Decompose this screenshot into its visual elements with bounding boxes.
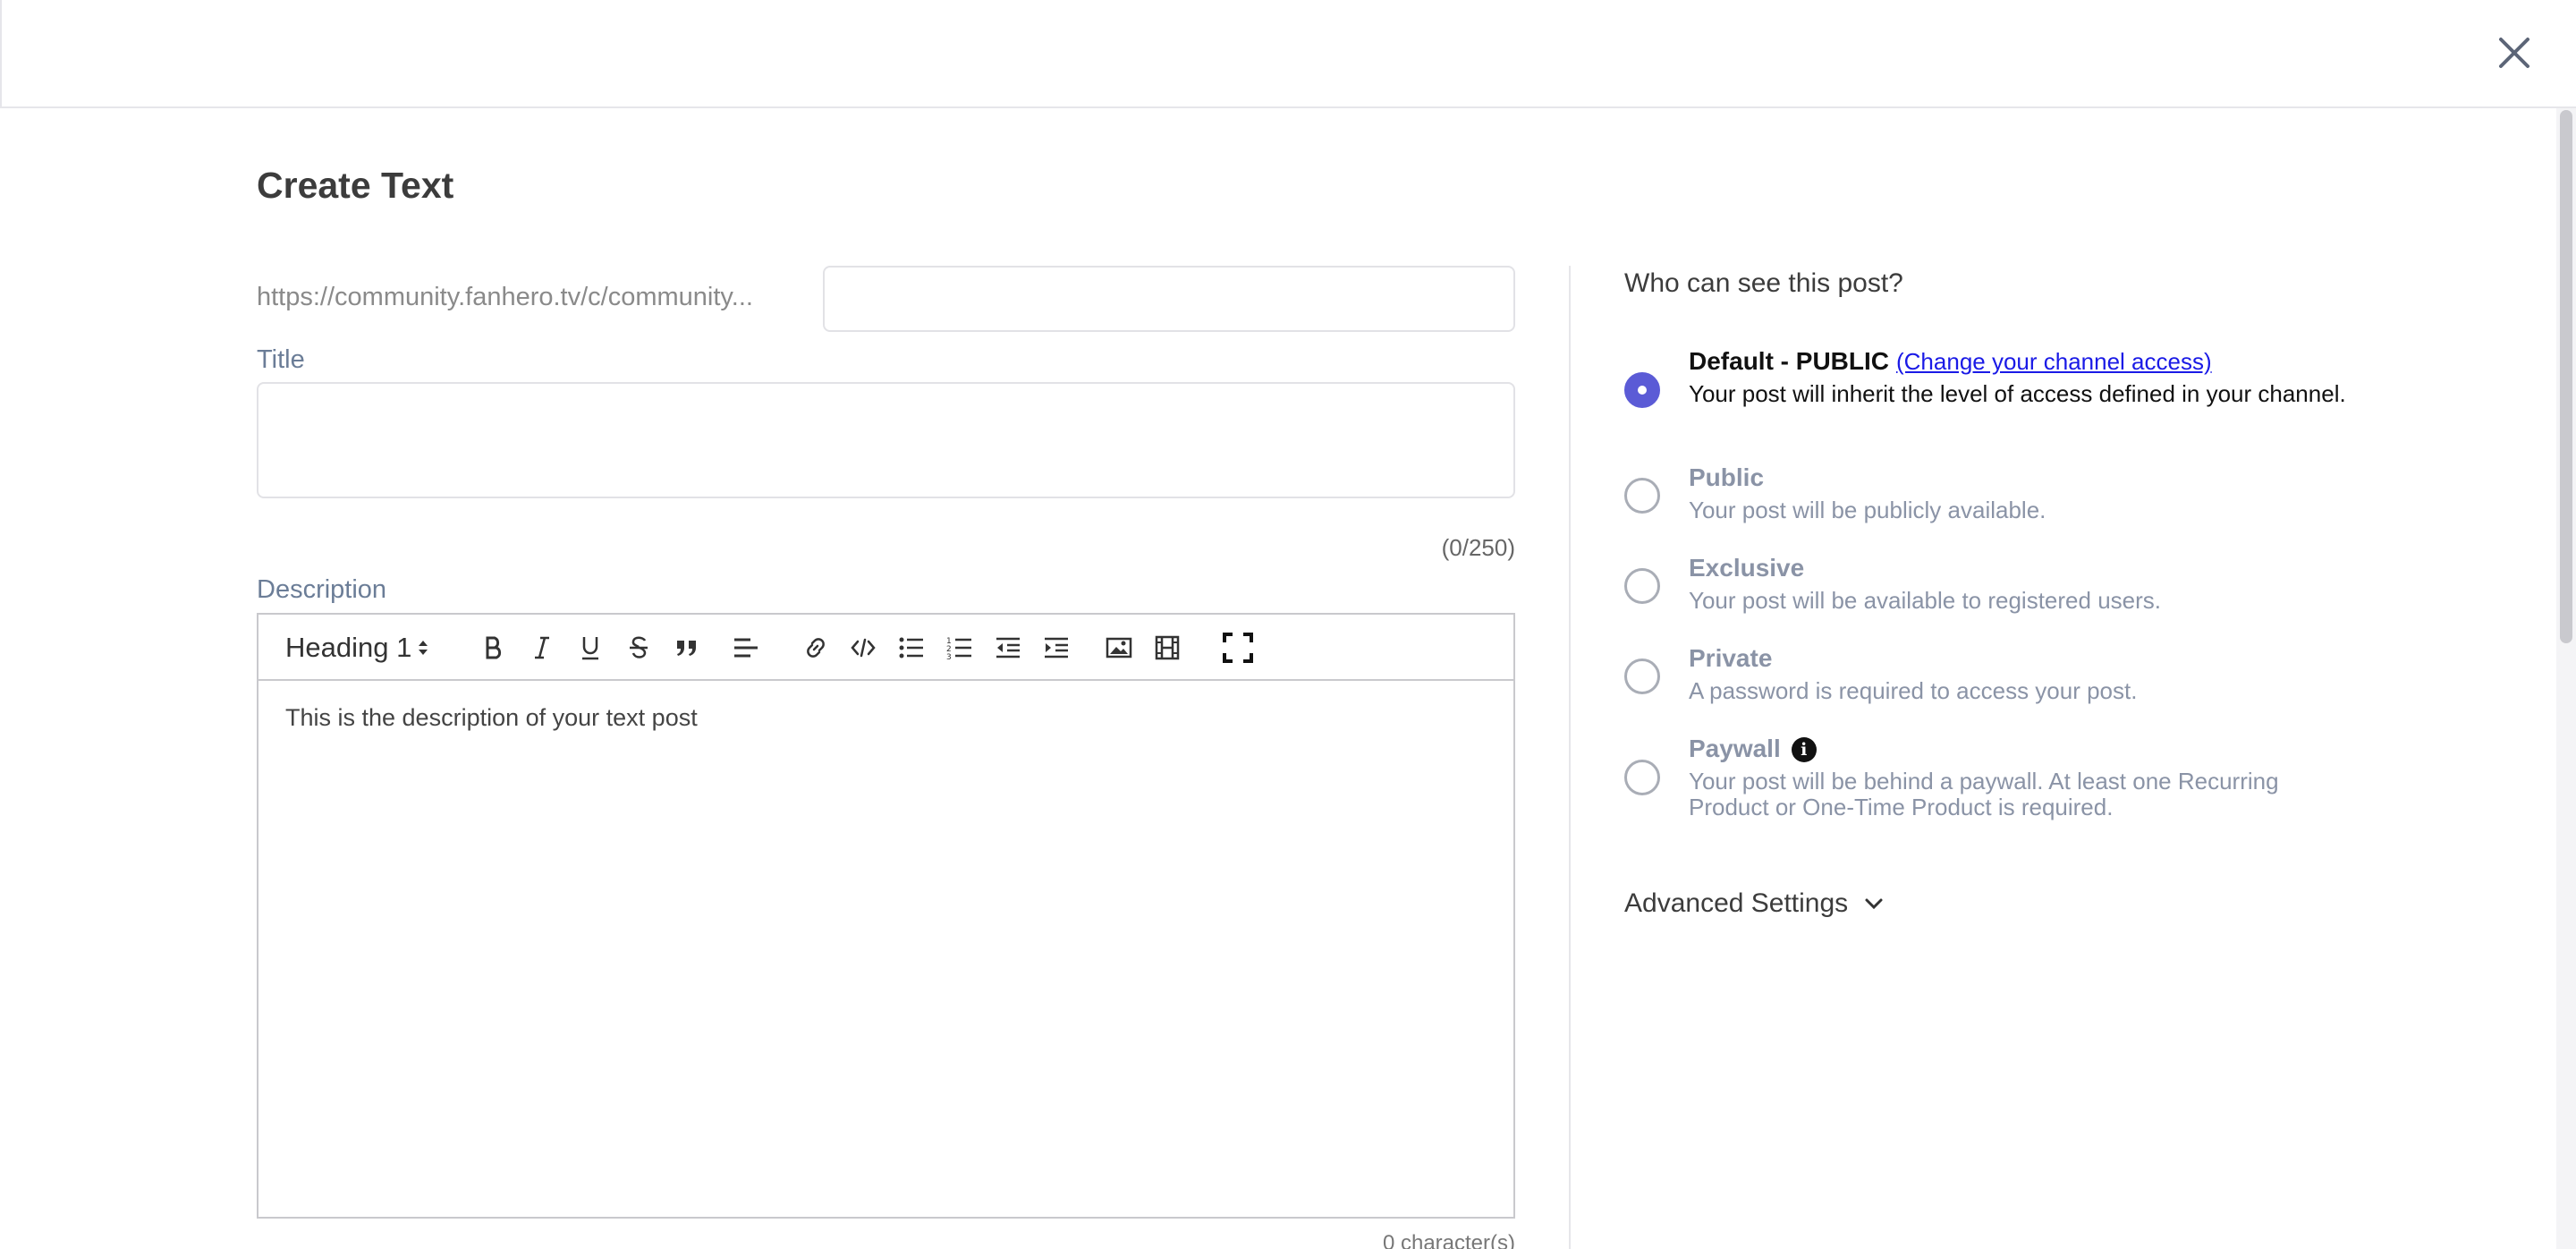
- page-title: Create Text: [257, 165, 454, 206]
- outdent-icon: [996, 637, 1020, 658]
- info-icon[interactable]: i: [1791, 737, 1817, 762]
- code-icon: [851, 638, 876, 658]
- visibility-option-default[interactable]: Default - PUBLIC (Change your channel acc…: [1624, 345, 2358, 435]
- option-description: Your post will inherit the level of acce…: [1689, 380, 2346, 407]
- image-icon: [1106, 637, 1132, 658]
- heading-select-label: Heading 1: [285, 632, 412, 663]
- url-prefix: https://community.fanhero.tv/c/community…: [257, 283, 753, 311]
- modal-header: [0, 0, 2576, 108]
- sort-arrows-icon: [419, 641, 428, 655]
- bold-button[interactable]: [476, 615, 512, 681]
- description-label: Description: [257, 575, 387, 604]
- indent-button[interactable]: [1038, 615, 1074, 681]
- link-button[interactable]: [798, 615, 834, 681]
- close-button[interactable]: [2494, 32, 2535, 73]
- align-left-icon: [734, 638, 758, 658]
- change-channel-access-link[interactable]: (Change your channel access): [1896, 348, 2212, 375]
- strikethrough-button[interactable]: [621, 615, 657, 681]
- link-icon: [807, 638, 825, 658]
- chevron-down-icon: [1865, 898, 1883, 910]
- bold-icon: [486, 636, 502, 659]
- fullscreen-button[interactable]: [1217, 615, 1258, 681]
- video-button[interactable]: [1149, 615, 1185, 681]
- visibility-option-public[interactable]: Public Your post will be publicly availa…: [1624, 462, 2358, 526]
- description-editor[interactable]: Heading 1 1 2 3 This is the description …: [257, 613, 1515, 1219]
- url-slug-input[interactable]: [823, 266, 1515, 332]
- visibility-option-paywall[interactable]: Paywall i Your post will be behind a payw…: [1624, 733, 2358, 822]
- option-description: Your post will be publicly available.: [1689, 497, 2046, 523]
- option-description: Your post will be behind a paywall. At l…: [1689, 768, 2279, 820]
- title-label: Title: [257, 345, 305, 374]
- scrollbar[interactable]: [2556, 108, 2576, 1249]
- option-description: A password is required to access your po…: [1689, 677, 2138, 704]
- outdent-button[interactable]: [990, 615, 1026, 681]
- option-name: Paywall: [1689, 735, 1781, 762]
- quote-icon: [677, 641, 696, 656]
- title-char-count: (0/250): [1441, 534, 1515, 561]
- strikethrough-icon: [630, 636, 648, 658]
- visibility-heading: Who can see this post?: [1624, 268, 1903, 298]
- visibility-option-exclusive[interactable]: Exclusive Your post will be available to…: [1624, 552, 2358, 616]
- radio-paywall[interactable]: [1624, 760, 1660, 795]
- italic-button[interactable]: [524, 615, 560, 681]
- title-input[interactable]: [257, 382, 1515, 498]
- bullet-list-icon: [899, 637, 923, 658]
- numbered-list-button[interactable]: 123: [942, 615, 978, 681]
- editor-toolbar: Heading 1 1 2 3: [258, 615, 1513, 681]
- option-description: Your post will be available to registere…: [1689, 587, 2161, 614]
- column-divider: [1569, 266, 1571, 1249]
- option-name: Default - PUBLIC: [1689, 347, 1889, 375]
- image-button[interactable]: [1101, 615, 1137, 681]
- radio-default[interactable]: [1624, 372, 1660, 408]
- svg-text:3: 3: [946, 653, 952, 660]
- indent-icon: [1045, 637, 1068, 658]
- close-icon: [2499, 38, 2529, 68]
- radio-private[interactable]: [1624, 658, 1660, 694]
- code-button[interactable]: [845, 615, 881, 681]
- scrollbar-thumb[interactable]: [2560, 110, 2572, 643]
- heading-select[interactable]: Heading 1: [285, 615, 429, 681]
- underline-button[interactable]: [572, 615, 608, 681]
- align-left-button[interactable]: [728, 615, 764, 681]
- option-name: Exclusive: [1689, 554, 1805, 582]
- advanced-settings-toggle[interactable]: Advanced Settings: [1624, 888, 1884, 919]
- italic-icon: [535, 636, 549, 659]
- underline-icon: [582, 637, 598, 660]
- radio-exclusive[interactable]: [1624, 568, 1660, 604]
- option-name: Private: [1689, 644, 1773, 672]
- video-icon: [1155, 635, 1180, 660]
- editor-content[interactable]: This is the description of your text pos…: [285, 704, 698, 732]
- advanced-settings-label: Advanced Settings: [1624, 888, 1849, 918]
- option-name: Public: [1689, 463, 1765, 491]
- radio-public[interactable]: [1624, 478, 1660, 514]
- fullscreen-icon: [1223, 633, 1253, 663]
- numbered-list-icon: 123: [946, 637, 971, 660]
- description-char-count: 0 character(s): [1382, 1231, 1515, 1249]
- bullet-list-button[interactable]: [894, 615, 929, 681]
- quote-button[interactable]: [669, 615, 705, 681]
- visibility-option-private[interactable]: Private A password is required to access…: [1624, 642, 2358, 707]
